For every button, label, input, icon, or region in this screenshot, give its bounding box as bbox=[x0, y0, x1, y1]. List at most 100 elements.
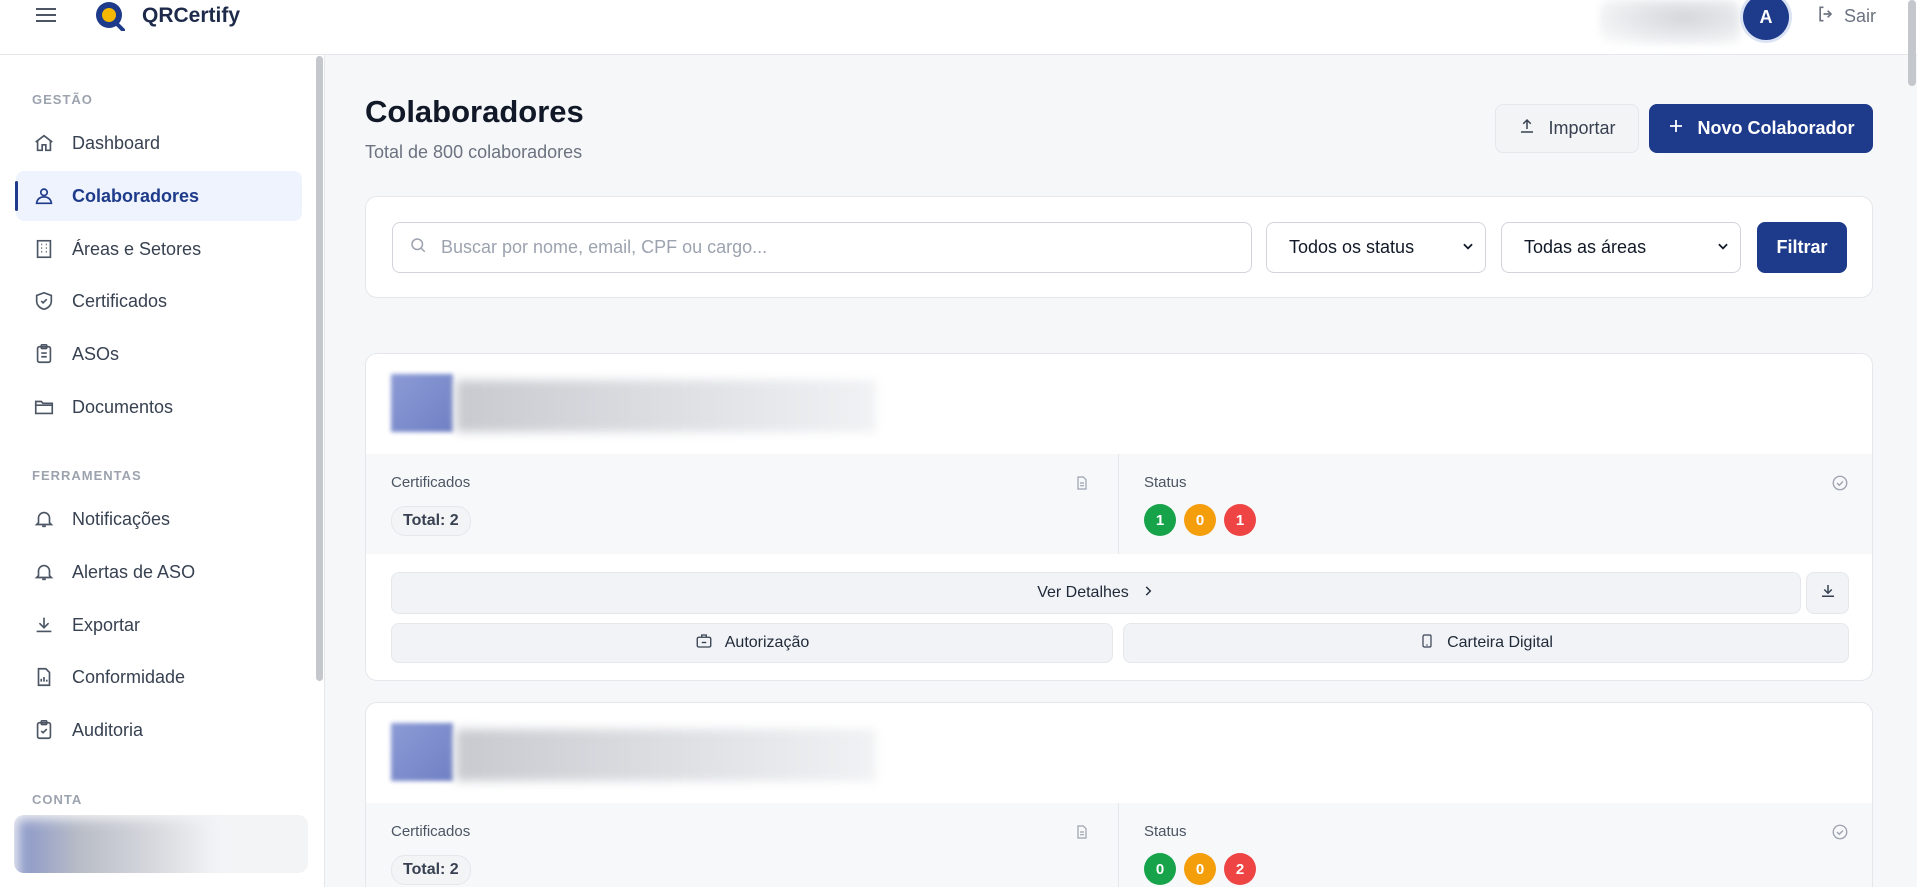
employee-name-blurred bbox=[456, 380, 876, 432]
authorization-button[interactable]: Autorização bbox=[391, 623, 1113, 663]
logout-button[interactable]: Sair bbox=[1816, 4, 1876, 29]
sidebar-item-label: ASOs bbox=[72, 343, 120, 364]
sidebar-item-label: Dashboard bbox=[72, 132, 161, 153]
sidebar-item-dashboard[interactable]: Dashboard bbox=[16, 118, 302, 168]
divider bbox=[1118, 803, 1119, 887]
phone-icon bbox=[1419, 632, 1435, 655]
sidebar-item-auditoria[interactable]: Auditoria bbox=[16, 705, 302, 755]
sidebar-scrollbar[interactable] bbox=[316, 56, 323, 681]
sidebar-item-certificados[interactable]: Certificados bbox=[16, 276, 302, 326]
certificates-label: Certificados bbox=[391, 823, 471, 840]
chevron-down-icon bbox=[1461, 237, 1475, 258]
sidebar-item-label: Notificações bbox=[72, 508, 171, 529]
certificates-total: Total: 2 bbox=[391, 855, 471, 885]
status-valid-count: 0 bbox=[1144, 853, 1176, 885]
sidebar-item-label: Documentos bbox=[72, 396, 174, 417]
new-employee-label: Novo Colaborador bbox=[1697, 118, 1855, 138]
employee-stats: Certificados Total: 2 Status 0 0 2 bbox=[366, 803, 1872, 887]
bell-icon bbox=[32, 507, 56, 531]
status-select-value: Todos os status bbox=[1289, 237, 1415, 257]
search-input[interactable]: Buscar por nome, email, CPF ou cargo... bbox=[392, 222, 1252, 273]
employee-photo bbox=[391, 374, 453, 432]
employee-card: Certificados Total: 2 Status 0 0 2 bbox=[365, 702, 1873, 887]
new-employee-button[interactable]: Novo Colaborador bbox=[1649, 104, 1873, 153]
sidebar-item-exportar[interactable]: Exportar bbox=[16, 600, 302, 650]
sidebar-item-label: Certificados bbox=[72, 290, 168, 311]
file-chart-icon bbox=[32, 665, 56, 689]
employee-header bbox=[366, 703, 1872, 803]
status-select[interactable]: Todos os status bbox=[1266, 222, 1486, 273]
status-expired-count: 2 bbox=[1224, 853, 1256, 885]
employee-card: Certificados Total: 2 Status 1 0 1 Ver D… bbox=[365, 353, 1873, 681]
view-details-label: Ver Detalhes bbox=[1037, 584, 1129, 601]
sidebar-item-documentos[interactable]: Documentos bbox=[16, 382, 302, 432]
sidebar-item-label: Auditoria bbox=[72, 719, 144, 740]
id-badge-icon bbox=[695, 632, 713, 655]
sidebar-item-label: Alertas de ASO bbox=[72, 561, 196, 582]
avatar[interactable]: A bbox=[1743, 0, 1789, 40]
employee-stats: Certificados Total: 2 Status 1 0 1 bbox=[366, 454, 1872, 554]
app-logo bbox=[92, 1, 126, 32]
view-details-button[interactable]: Ver Detalhes bbox=[391, 572, 1801, 614]
sidebar-item-asos[interactable]: ASOs bbox=[16, 329, 302, 379]
status-expired-count: 1 bbox=[1224, 504, 1256, 536]
shield-icon bbox=[32, 289, 56, 313]
authorization-label: Autorização bbox=[724, 634, 810, 651]
certificates-total: Total: 2 bbox=[391, 506, 471, 536]
clipboard-icon bbox=[32, 342, 56, 366]
chevron-right-icon bbox=[1141, 584, 1155, 603]
digital-wallet-button[interactable]: Carteira Digital bbox=[1123, 623, 1849, 663]
employee-name-blurred bbox=[456, 729, 876, 781]
sidebar-item-notificacoes[interactable]: Notificações bbox=[16, 494, 302, 544]
home-icon bbox=[32, 131, 56, 155]
search-placeholder: Buscar por nome, email, CPF ou cargo... bbox=[441, 237, 768, 257]
bell-icon bbox=[32, 560, 56, 584]
sidebar-item-areas[interactable]: Áreas e Setores bbox=[16, 224, 302, 274]
employee-photo bbox=[391, 723, 453, 781]
logout-label: Sair bbox=[1844, 6, 1877, 26]
plus-icon bbox=[1667, 117, 1685, 140]
status-expiring-count: 0 bbox=[1184, 853, 1216, 885]
building-icon bbox=[32, 237, 56, 261]
status-label: Status bbox=[1144, 474, 1187, 491]
user-info-blurred bbox=[1600, 0, 1740, 44]
app-title: QRCertify bbox=[142, 4, 241, 27]
section-title-gestao: GESTÃO bbox=[32, 92, 93, 107]
download-icon bbox=[32, 613, 56, 637]
area-select[interactable]: Todas as áreas bbox=[1501, 222, 1741, 273]
page-title: Colaboradores bbox=[365, 94, 584, 129]
section-title-conta: CONTA bbox=[32, 792, 83, 807]
filter-button[interactable]: Filtrar bbox=[1757, 222, 1847, 273]
top-bar: QRCertify A Sair bbox=[0, 0, 1917, 55]
page-scrollbar[interactable] bbox=[1908, 0, 1916, 86]
menu-icon[interactable] bbox=[36, 4, 58, 28]
active-indicator bbox=[15, 181, 18, 211]
digital-wallet-label: Carteira Digital bbox=[1447, 634, 1553, 651]
upload-icon bbox=[1518, 117, 1536, 140]
folder-icon bbox=[32, 395, 56, 419]
user-card[interactable] bbox=[14, 815, 308, 873]
status-expiring-count: 0 bbox=[1184, 504, 1216, 536]
status-valid-count: 1 bbox=[1144, 504, 1176, 536]
sidebar-item-label: Conformidade bbox=[72, 666, 186, 687]
search-icon bbox=[409, 236, 427, 259]
logout-icon bbox=[1816, 4, 1836, 29]
document-icon bbox=[1074, 474, 1092, 492]
download-button[interactable] bbox=[1806, 572, 1849, 614]
chevron-down-icon bbox=[1716, 237, 1730, 258]
sidebar-item-alertas-aso[interactable]: Alertas de ASO bbox=[16, 547, 302, 597]
sidebar-item-label: Colaboradores bbox=[72, 185, 200, 206]
check-circle-icon bbox=[1831, 474, 1849, 492]
import-button[interactable]: Importar bbox=[1495, 104, 1639, 153]
import-label: Importar bbox=[1548, 118, 1616, 138]
users-icon bbox=[32, 184, 56, 208]
filter-card: Buscar por nome, email, CPF ou cargo... … bbox=[365, 196, 1873, 298]
sidebar-item-label: Exportar bbox=[72, 614, 141, 635]
sidebar-item-colaboradores[interactable]: Colaboradores bbox=[16, 171, 302, 221]
sidebar-item-conformidade[interactable]: Conformidade bbox=[16, 652, 302, 702]
divider bbox=[1118, 454, 1119, 554]
area-select-value: Todas as áreas bbox=[1524, 237, 1647, 257]
status-label: Status bbox=[1144, 823, 1187, 840]
check-circle-icon bbox=[1831, 823, 1849, 841]
document-icon bbox=[1074, 823, 1092, 841]
